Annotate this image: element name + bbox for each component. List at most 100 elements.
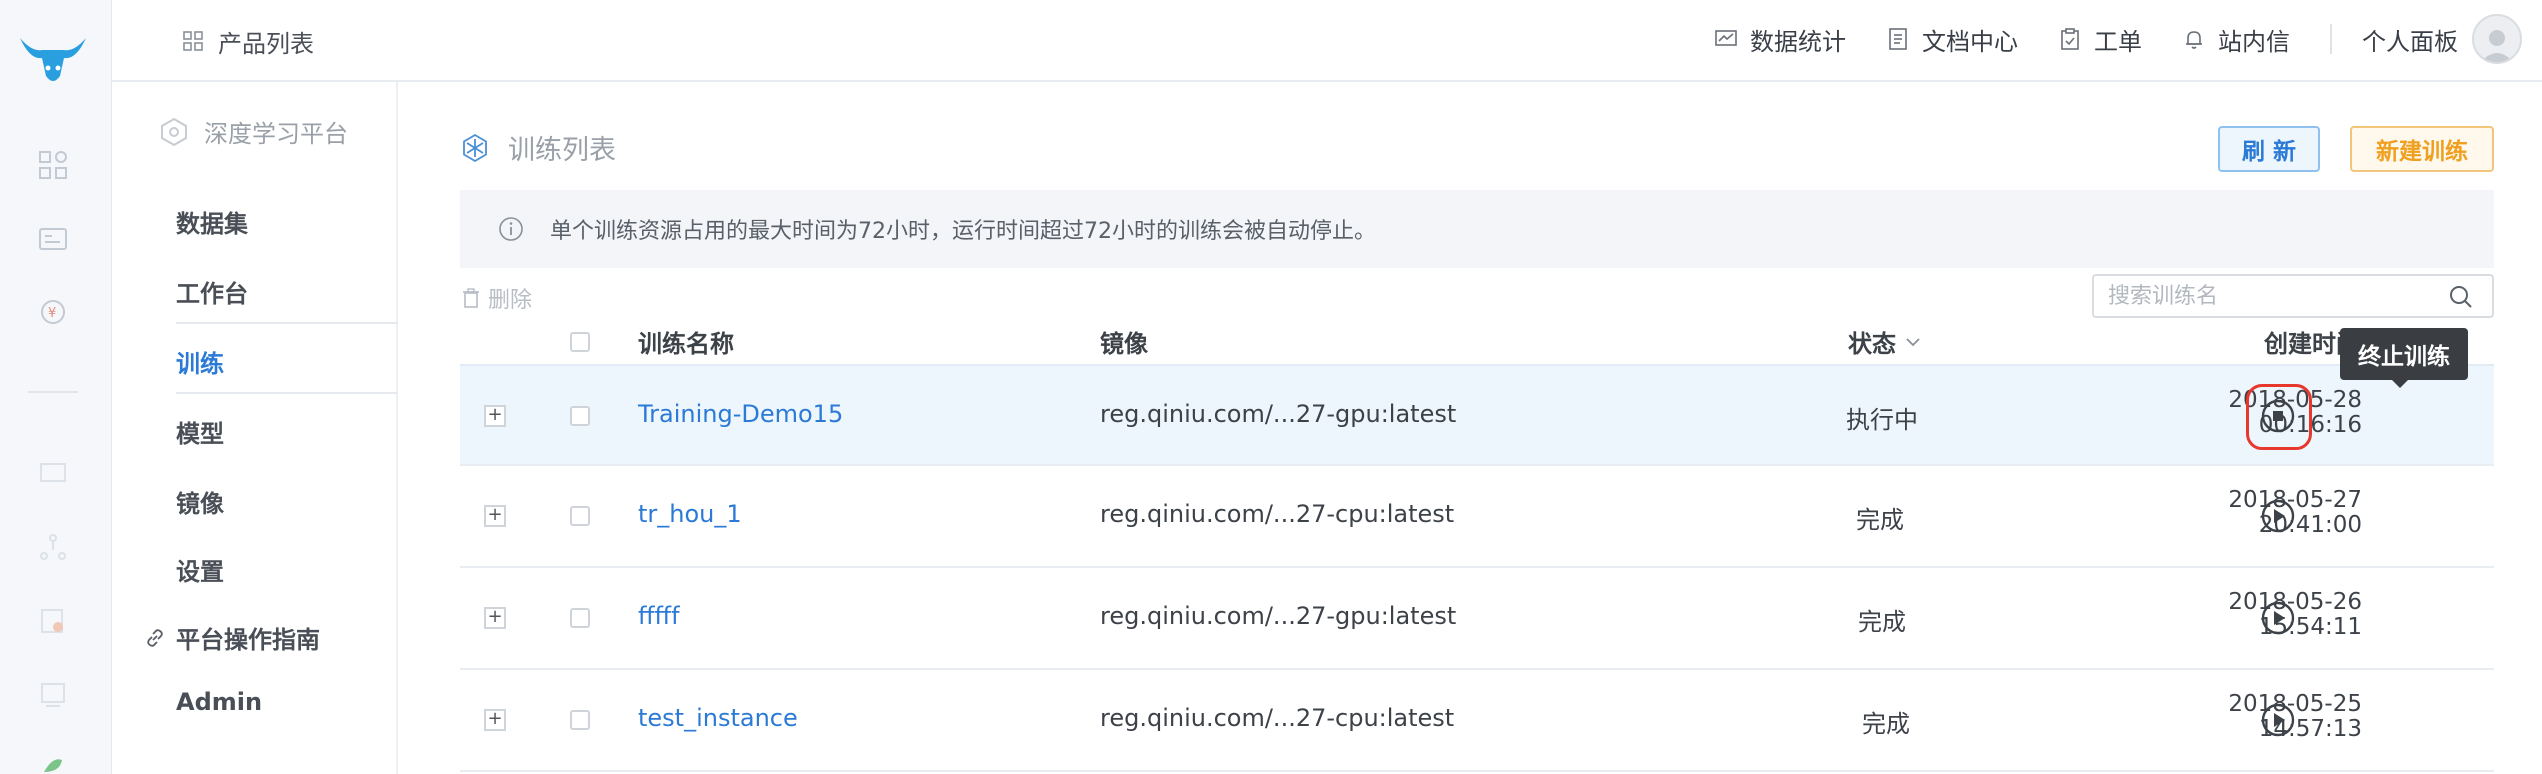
sidebar-item-workbench[interactable]: 工作台 bbox=[176, 274, 248, 309]
expand-button[interactable]: + bbox=[484, 709, 506, 731]
sidebar-item-admin[interactable]: Admin bbox=[176, 688, 262, 716]
sidebar-item-datasets[interactable]: 数据集 bbox=[176, 204, 248, 239]
nav-ticket-label: 工单 bbox=[2094, 27, 2142, 56]
chart-doc-icon[interactable] bbox=[36, 604, 70, 638]
top-nav: 数据统计 文档中心 工单 站内信 个人面板 bbox=[1714, 0, 2542, 78]
row-checkbox[interactable] bbox=[570, 506, 590, 526]
stop-training-tooltip: 终止训练 bbox=[2340, 328, 2468, 380]
refresh-button[interactable]: 刷 新 bbox=[2218, 126, 2320, 172]
nav-messages[interactable]: 站内信 bbox=[2182, 22, 2290, 57]
clipboard-check-icon bbox=[2061, 28, 2079, 50]
search-input[interactable] bbox=[2092, 274, 2494, 318]
tooltip-arrow bbox=[2392, 380, 2408, 388]
column-image: 镜像 bbox=[1100, 330, 1148, 358]
column-status-label: 状态 bbox=[1848, 330, 1896, 358]
search-icon[interactable] bbox=[2448, 284, 2474, 310]
svg-text:¥: ¥ bbox=[48, 306, 56, 321]
sidebar-item-models[interactable]: 模型 bbox=[176, 414, 224, 449]
table-row: + tr_hou_1 reg.qiniu.com/...27-cpu:lates… bbox=[460, 466, 2494, 568]
expand-button[interactable]: + bbox=[484, 607, 506, 629]
status-value: 完成 bbox=[1862, 710, 1910, 738]
delete-button[interactable]: 删除 bbox=[460, 282, 532, 314]
platform-title: 深度学习平台 bbox=[158, 114, 348, 149]
table-row: + fffff reg.qiniu.com/...27-gpu:latest 完… bbox=[460, 568, 2494, 670]
bell-icon bbox=[2186, 31, 2202, 49]
statistics-icon bbox=[1715, 30, 1737, 46]
page-title: 训练列表 bbox=[460, 128, 616, 167]
nav-statistics-label: 数据统计 bbox=[1750, 27, 1846, 56]
link-icon bbox=[147, 628, 163, 647]
nav-docs[interactable]: 文档中心 bbox=[1886, 22, 2018, 57]
personal-panel[interactable]: 个人面板 bbox=[2362, 22, 2458, 57]
leaf-icon[interactable] bbox=[36, 752, 70, 774]
sidebar-divider bbox=[176, 392, 398, 394]
sidebar-item-settings[interactable]: 设置 bbox=[176, 552, 224, 587]
select-all-checkbox[interactable] bbox=[570, 332, 590, 352]
training-name-link[interactable]: fffff bbox=[638, 602, 680, 630]
network-icon[interactable] bbox=[36, 530, 70, 564]
platform-sidebar: 深度学习平台 数据集 工作台 训练 模型 镜像 设置 平台操作指南 Admin bbox=[112, 82, 398, 774]
expand-button[interactable]: + bbox=[484, 505, 506, 527]
grid-icon bbox=[183, 31, 203, 51]
nav-ticket[interactable]: 工单 bbox=[2058, 22, 2142, 57]
expand-button[interactable]: + bbox=[484, 405, 506, 427]
nav-docs-label: 文档中心 bbox=[1922, 27, 2018, 56]
notice-banner: 单个训练资源占用的最大时间为72小时，运行时间超过72小时的训练会被自动停止。 bbox=[460, 190, 2494, 268]
sidebar-item-training[interactable]: 训练 bbox=[176, 344, 224, 379]
status-value: 完成 bbox=[1856, 506, 1904, 534]
training-name-link[interactable]: tr_hou_1 bbox=[638, 500, 742, 528]
new-training-button[interactable]: 新建训练 bbox=[2350, 126, 2494, 172]
image-value: reg.qiniu.com/...27-gpu:latest bbox=[1100, 602, 1457, 630]
nav-messages-label: 站内信 bbox=[2218, 27, 2290, 56]
logo-icon[interactable] bbox=[16, 28, 90, 92]
nav-divider bbox=[2330, 24, 2332, 54]
hexagon-network-icon bbox=[161, 117, 187, 146]
play-icon[interactable] bbox=[2258, 496, 2298, 536]
user-icon bbox=[2481, 30, 2513, 62]
row-checkbox[interactable] bbox=[570, 608, 590, 628]
sidebar-item-guide[interactable]: 平台操作指南 bbox=[144, 620, 320, 655]
rail-divider bbox=[28, 391, 78, 393]
billing-icon[interactable]: ¥ bbox=[36, 296, 70, 330]
training-name-link[interactable]: test_instance bbox=[638, 704, 798, 732]
play-icon[interactable] bbox=[2258, 598, 2298, 638]
avatar[interactable] bbox=[2472, 14, 2522, 64]
nav-statistics[interactable]: 数据统计 bbox=[1714, 22, 1846, 57]
chevron-down-icon bbox=[1906, 337, 1920, 346]
platform-title-label: 深度学习平台 bbox=[204, 120, 348, 148]
screen-icon[interactable] bbox=[36, 678, 70, 712]
table-row: + test_instance reg.qiniu.com/...27-cpu:… bbox=[460, 670, 2494, 772]
info-icon bbox=[499, 217, 523, 241]
play-icon[interactable] bbox=[2258, 700, 2298, 740]
image-value: reg.qiniu.com/...27-gpu:latest bbox=[1100, 400, 1457, 428]
image-value: reg.qiniu.com/...27-cpu:latest bbox=[1100, 500, 1455, 528]
stop-icon[interactable] bbox=[2258, 396, 2298, 436]
status-value: 完成 bbox=[1858, 608, 1906, 636]
product-list-menu[interactable]: 产品列表 bbox=[182, 22, 314, 60]
monitor-icon[interactable] bbox=[36, 456, 70, 490]
personal-panel-label: 个人面板 bbox=[2362, 27, 2458, 56]
page-title-label: 训练列表 bbox=[508, 135, 616, 166]
sidebar-item-images[interactable]: 镜像 bbox=[176, 484, 224, 519]
image-value: reg.qiniu.com/...27-cpu:latest bbox=[1100, 704, 1455, 732]
icon-rail: ¥ bbox=[0, 0, 112, 774]
column-name: 训练名称 bbox=[638, 330, 734, 358]
snowflake-network-icon bbox=[463, 133, 487, 162]
column-status[interactable]: 状态 bbox=[1848, 324, 1922, 359]
product-list-label: 产品列表 bbox=[218, 29, 314, 58]
top-bar: 产品列表 数据统计 文档中心 工单 站内信 个人面板 bbox=[112, 0, 2542, 82]
status-value: 执行中 bbox=[1846, 406, 1918, 434]
trash-icon bbox=[463, 288, 479, 308]
id-card-icon[interactable] bbox=[36, 222, 70, 256]
sidebar-item-guide-label: 平台操作指南 bbox=[176, 626, 320, 654]
notice-text: 单个训练资源占用的最大时间为72小时，运行时间超过72小时的训练会被自动停止。 bbox=[550, 219, 1376, 244]
row-checkbox[interactable] bbox=[570, 710, 590, 730]
row-checkbox[interactable] bbox=[570, 406, 590, 426]
main-content: 训练列表 刷 新 新建训练 单个训练资源占用的最大时间为72小时，运行时间超过7… bbox=[398, 82, 2542, 774]
table-header: 训练名称 镜像 状态 创建时间 操作 bbox=[460, 318, 2494, 364]
table-row: + Training-Demo15 reg.qiniu.com/...27-gp… bbox=[460, 364, 2494, 466]
product-grid-icon[interactable] bbox=[36, 148, 70, 182]
training-name-link[interactable]: Training-Demo15 bbox=[638, 400, 843, 428]
document-icon bbox=[1889, 28, 1907, 50]
delete-label: 删除 bbox=[488, 288, 533, 313]
